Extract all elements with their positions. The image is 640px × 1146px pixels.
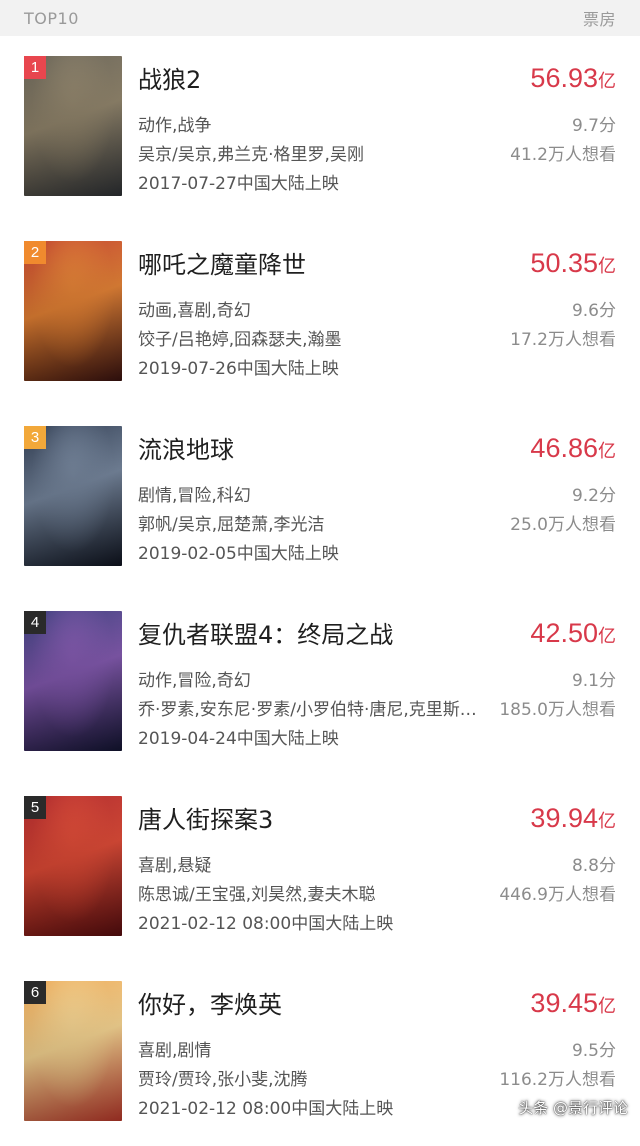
movie-list: 1 战狼2 56.93亿 动作,战争 9.7分 吴京/吴京,弗兰克·格里罗,吴刚…: [0, 36, 640, 1146]
want-to-watch: 17.2万人想看: [510, 330, 616, 350]
rank-badge: 2: [24, 241, 46, 264]
want-to-watch: 25.0万人想看: [510, 515, 616, 535]
rank-badge: 1: [24, 56, 46, 79]
movie-genre: 动画,喜剧,奇幻: [138, 301, 251, 321]
box-office: 42.50亿: [530, 617, 616, 653]
release-date: 2021-02-12 08:00中国大陆上映: [138, 1099, 394, 1119]
release-date: 2019-07-26中国大陆上映: [138, 359, 339, 379]
box-office-value: 50.35: [530, 248, 598, 278]
movie-title[interactable]: 你好，李焕英: [138, 989, 282, 1021]
box-office-label[interactable]: 票房: [583, 6, 616, 30]
movie-item[interactable]: 6 你好，李焕英 39.45亿 喜剧,剧情 9.5分 贾玲/贾玲,张小斐,沈腾 …: [0, 961, 640, 1146]
movie-genre: 动作,冒险,奇幻: [138, 671, 251, 691]
rank-badge: 6: [24, 981, 46, 1004]
box-office-value: 39.94: [530, 803, 598, 833]
want-to-watch: 41.2万人想看: [510, 145, 616, 165]
box-office-unit: 亿: [598, 811, 616, 832]
movie-item[interactable]: 1 战狼2 56.93亿 动作,战争 9.7分 吴京/吴京,弗兰克·格里罗,吴刚…: [0, 36, 640, 221]
movie-cast: 陈思诚/王宝强,刘昊然,妻夫木聪: [138, 885, 376, 905]
movie-score: 9.7分: [571, 116, 616, 136]
movie-item[interactable]: 3 流浪地球 46.86亿 剧情,冒险,科幻 9.2分 郭帆/吴京,屈楚萧,李光…: [0, 406, 640, 591]
movie-cast: 乔·罗素,安东尼·罗素/小罗伯特·唐尼,克里斯…: [138, 700, 477, 720]
box-office-unit: 亿: [598, 71, 616, 92]
box-office: 39.94亿: [530, 802, 616, 838]
movie-score: 8.8分: [571, 856, 616, 876]
movie-item[interactable]: 2 哪吒之魔童降世 50.35亿 动画,喜剧,奇幻 9.6分 饺子/吕艳婷,囧森…: [0, 221, 640, 406]
movie-score: 9.2分: [571, 486, 616, 506]
box-office: 56.93亿: [530, 62, 616, 98]
movie-score: 9.5分: [571, 1041, 616, 1061]
movie-item[interactable]: 5 唐人街探案3 39.94亿 喜剧,悬疑 8.8分 陈思诚/王宝强,刘昊然,妻…: [0, 776, 640, 961]
box-office-value: 42.50: [530, 618, 598, 648]
box-office-unit: 亿: [598, 996, 616, 1017]
box-office: 39.45亿: [530, 987, 616, 1023]
movie-genre: 动作,战争: [138, 116, 212, 136]
top10-label: TOP10: [24, 8, 79, 28]
box-office-unit: 亿: [598, 256, 616, 277]
watermark: 头条 @景行评论: [518, 1099, 628, 1117]
movie-score: 9.1分: [571, 671, 616, 691]
movie-score: 9.6分: [571, 301, 616, 321]
movie-title[interactable]: 战狼2: [138, 64, 201, 96]
movie-item[interactable]: 4 复仇者联盟4：终局之战 42.50亿 动作,冒险,奇幻 9.1分 乔·罗素,…: [0, 591, 640, 776]
want-to-watch: 185.0万人想看: [499, 700, 616, 720]
movie-genre: 喜剧,剧情: [138, 1041, 212, 1061]
rank-badge: 3: [24, 426, 46, 449]
box-office-value: 39.45: [530, 988, 598, 1018]
box-office-value: 56.93: [530, 63, 598, 93]
release-date: 2017-07-27中国大陆上映: [138, 174, 339, 194]
movie-genre: 剧情,冒险,科幻: [138, 486, 251, 506]
want-to-watch: 116.2万人想看: [499, 1070, 616, 1090]
box-office: 50.35亿: [530, 247, 616, 283]
movie-genre: 喜剧,悬疑: [138, 856, 212, 876]
movie-title[interactable]: 复仇者联盟4：终局之战: [138, 619, 393, 651]
box-office-value: 46.86: [530, 433, 598, 463]
movie-title[interactable]: 哪吒之魔童降世: [138, 249, 306, 281]
rank-badge: 4: [24, 611, 46, 634]
list-header: TOP10 票房: [0, 0, 640, 36]
want-to-watch: 446.9万人想看: [499, 885, 616, 905]
release-date: 2019-02-05中国大陆上映: [138, 544, 339, 564]
box-office-unit: 亿: [598, 626, 616, 647]
release-date: 2019-04-24中国大陆上映: [138, 729, 339, 749]
movie-title[interactable]: 唐人街探案3: [138, 804, 273, 836]
movie-cast: 饺子/吕艳婷,囧森瑟夫,瀚墨: [138, 330, 342, 350]
release-date: 2021-02-12 08:00中国大陆上映: [138, 914, 394, 934]
movie-cast: 吴京/吴京,弗兰克·格里罗,吴刚: [138, 145, 364, 165]
rank-badge: 5: [24, 796, 46, 819]
movie-title[interactable]: 流浪地球: [138, 434, 234, 466]
box-office-unit: 亿: [598, 441, 616, 462]
movie-cast: 郭帆/吴京,屈楚萧,李光洁: [138, 515, 325, 535]
movie-cast: 贾玲/贾玲,张小斐,沈腾: [138, 1070, 308, 1090]
box-office: 46.86亿: [530, 432, 616, 468]
